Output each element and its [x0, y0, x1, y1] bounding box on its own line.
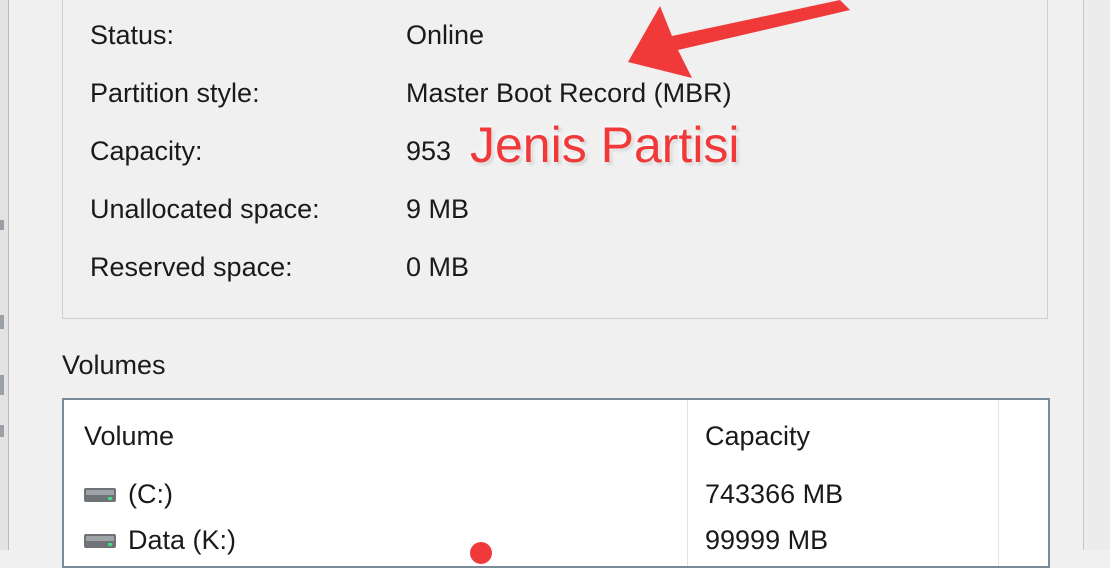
volumes-list[interactable]: Volume Capacity (C:) 743366 MB Data (K:)… — [62, 398, 1050, 568]
volume-capacity: 743366 MB — [705, 479, 844, 509]
volumes-heading: Volumes — [62, 350, 166, 380]
capacity-label: Capacity: — [90, 136, 203, 166]
dialog-right-edge — [1083, 0, 1110, 550]
volume-capacity: 99999 MB — [705, 525, 829, 555]
drive-icon — [84, 534, 116, 548]
drive-icon — [84, 488, 116, 502]
annotation-label: Jenis Partisi — [470, 117, 740, 173]
edge-mark — [0, 220, 4, 230]
column-header-capacity[interactable]: Capacity — [705, 420, 810, 452]
reserved-space-label: Reserved space: — [90, 252, 293, 282]
red-arrow-icon — [628, 0, 850, 78]
status-label: Status: — [90, 20, 175, 50]
reserved-space-value: 0 MB — [406, 252, 470, 282]
unallocated-space-label: Unallocated space: — [90, 194, 320, 224]
volume-row[interactable]: Data (K:) 99999 MB — [64, 524, 1048, 566]
volume-row[interactable]: (C:) 743366 MB — [64, 478, 1048, 522]
edge-mark — [0, 375, 4, 395]
adjacent-window-edge — [0, 0, 9, 550]
edge-mark — [0, 315, 4, 329]
volume-name: (C:) — [128, 479, 173, 509]
capacity-value: 953 — [406, 136, 452, 166]
volume-name: Data (K:) — [128, 525, 237, 555]
column-header-volume[interactable]: Volume — [84, 420, 174, 452]
annotation-dot — [470, 542, 492, 564]
status-value: Online — [406, 20, 485, 50]
edge-mark — [0, 425, 4, 437]
unallocated-space-value: 9 MB — [406, 194, 470, 224]
partition-style-label: Partition style: — [90, 78, 260, 108]
